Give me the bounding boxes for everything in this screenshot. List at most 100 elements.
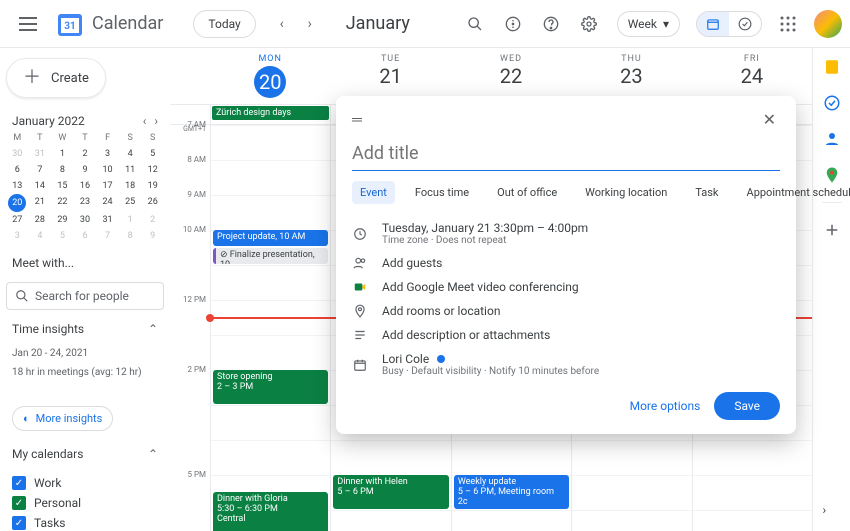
layout-toggle[interactable] [696, 11, 762, 37]
mini-day[interactable]: 8 [119, 228, 142, 244]
mini-day[interactable]: 7 [96, 228, 119, 244]
calendar-item[interactable]: ✓Personal [6, 493, 164, 513]
tasks-addon-icon[interactable] [823, 94, 841, 112]
mini-day[interactable]: 9 [74, 162, 97, 178]
view-selector[interactable]: Week▾ [617, 11, 680, 37]
help-icon[interactable] [535, 8, 567, 40]
mini-day[interactable]: 21 [29, 194, 52, 212]
support-icon[interactable] [497, 8, 529, 40]
mini-day[interactable]: 6 [6, 162, 29, 178]
mini-day[interactable]: 8 [51, 162, 74, 178]
tasks-view-icon[interactable] [729, 12, 761, 36]
mini-day[interactable]: 17 [96, 178, 119, 194]
mini-prev-button[interactable]: ‹ [143, 114, 147, 128]
hide-rail-icon[interactable]: › [823, 503, 841, 521]
mini-day[interactable]: 10 [96, 162, 119, 178]
mini-calendar[interactable]: MTWTFSS303112345678910111213141516171819… [6, 130, 164, 244]
mini-day[interactable]: 3 [96, 146, 119, 162]
mini-day[interactable]: 13 [6, 178, 29, 194]
mini-day[interactable]: 5 [51, 228, 74, 244]
mini-day[interactable]: 29 [51, 212, 74, 228]
event-type-tab[interactable]: Event [352, 181, 395, 204]
calendar-owner[interactable]: Lori Cole [382, 352, 429, 366]
event-type-tab[interactable]: Focus time [407, 181, 477, 204]
apps-launcher-icon[interactable] [772, 8, 804, 40]
event-datetime[interactable]: Tuesday, January 21 3:30pm – 4:00pm [382, 221, 588, 235]
mini-day[interactable]: 20 [8, 194, 26, 212]
mini-day[interactable]: 12 [141, 162, 164, 178]
mini-day[interactable]: 5 [141, 146, 164, 162]
mini-day[interactable]: 27 [6, 212, 29, 228]
mini-day[interactable]: 1 [119, 212, 142, 228]
settings-icon[interactable] [573, 8, 605, 40]
event-type-tab[interactable]: Out of office [489, 181, 565, 204]
calendar-event[interactable]: Dinner with Helen5 – 6 PM [333, 475, 448, 509]
more-options-button[interactable]: More options [630, 399, 701, 413]
mini-day[interactable]: 1 [51, 146, 74, 162]
mini-day[interactable]: 25 [119, 194, 142, 212]
search-icon[interactable] [459, 8, 491, 40]
close-modal-button[interactable]: ✕ [759, 106, 780, 133]
event-type-tab[interactable]: Working location [577, 181, 675, 204]
mini-day[interactable]: 30 [6, 146, 29, 162]
next-period-button[interactable]: › [298, 12, 322, 36]
menu-button[interactable] [8, 4, 48, 44]
add-location-row[interactable]: Add rooms or location [352, 299, 780, 323]
contacts-icon[interactable] [823, 130, 841, 148]
add-guests-row[interactable]: Add guests [352, 251, 780, 275]
event-type-tab[interactable]: Appointment schedule [739, 181, 850, 204]
mini-day[interactable]: 2 [74, 146, 97, 162]
calendar-event[interactable]: Weekly update5 – 6 PM, Meeting room 2c [454, 475, 569, 509]
mini-day[interactable]: 26 [141, 194, 164, 212]
calendar-event[interactable]: ⊘ Finalize presentation, 10 [213, 248, 328, 264]
mini-day[interactable]: 31 [96, 212, 119, 228]
calendar-event[interactable]: Project update, 10 AM [213, 230, 328, 246]
mini-day[interactable]: 11 [119, 162, 142, 178]
mini-day[interactable]: 22 [51, 194, 74, 212]
mini-day[interactable]: 19 [141, 178, 164, 194]
mini-day[interactable]: 28 [29, 212, 52, 228]
day-header[interactable]: MON20 [210, 48, 330, 104]
add-addon-icon[interactable] [823, 221, 841, 239]
mini-day[interactable]: 9 [141, 228, 164, 244]
mini-day[interactable]: 2 [141, 212, 164, 228]
mini-day[interactable]: 4 [29, 228, 52, 244]
create-button[interactable]: ＋Create [6, 58, 106, 98]
mini-day[interactable]: 24 [96, 194, 119, 212]
search-people-input[interactable]: Search for people [6, 282, 164, 310]
save-button[interactable]: Save [714, 392, 780, 420]
add-meet-row[interactable]: Add Google Meet video conferencing [352, 275, 780, 299]
calendar-checkbox[interactable]: ✓ [12, 516, 26, 530]
mini-day[interactable]: 15 [51, 178, 74, 194]
event-timezone-repeat[interactable]: Time zone · Does not repeat [382, 235, 588, 246]
mini-day[interactable]: 18 [119, 178, 142, 194]
day-column[interactable]: Project update, 10 AM ⊘ Finalize presenta… [210, 125, 330, 531]
calendar-checkbox[interactable]: ✓ [12, 496, 26, 510]
calendar-checkbox[interactable]: ✓ [12, 476, 26, 490]
more-insights-button[interactable]: ◐More insights [12, 406, 113, 431]
collapse-insights-icon[interactable]: ⌃ [148, 322, 158, 336]
calendar-item[interactable]: ✓Work [6, 473, 164, 493]
calendar-view-icon[interactable] [697, 12, 729, 36]
mini-day[interactable]: 3 [6, 228, 29, 244]
calendar-event[interactable]: Store opening2 – 3 PM [213, 370, 328, 404]
keep-icon[interactable] [823, 58, 841, 76]
calendar-event[interactable]: Dinner with Gloria5:30 – 6:30 PMCentral [213, 492, 328, 531]
mini-day[interactable]: 30 [74, 212, 97, 228]
add-description-row[interactable]: Add description or attachments [352, 323, 780, 347]
mini-day[interactable]: 23 [74, 194, 97, 212]
drag-handle-icon[interactable]: ═ [352, 111, 362, 128]
mini-day[interactable]: 16 [74, 178, 97, 194]
collapse-mycalendars-icon[interactable]: ⌃ [148, 447, 158, 461]
event-visibility[interactable]: Busy · Default visibility · Notify 10 mi… [382, 366, 599, 377]
prev-period-button[interactable]: ‹ [270, 12, 294, 36]
today-button[interactable]: Today [193, 10, 255, 38]
event-type-tab[interactable]: Task [687, 181, 726, 204]
mini-day[interactable]: 7 [29, 162, 52, 178]
allday-event[interactable]: Zürich design days [212, 106, 329, 120]
calendar-item[interactable]: ✓Tasks [6, 513, 164, 531]
event-title-input[interactable] [352, 137, 780, 171]
mini-day[interactable]: 31 [29, 146, 52, 162]
mini-day[interactable]: 6 [74, 228, 97, 244]
mini-next-button[interactable]: › [154, 114, 158, 128]
